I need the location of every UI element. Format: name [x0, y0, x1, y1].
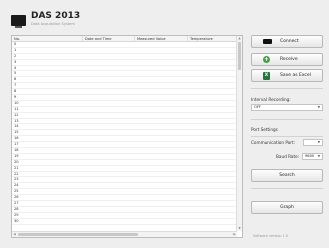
row-number-cell: 0: [14, 42, 17, 46]
row-number-cell: 2: [14, 53, 17, 58]
row-number-cell: 29: [14, 212, 19, 217]
scroll-right-icon[interactable]: ▶: [232, 232, 237, 237]
row-number-cell: 22: [14, 171, 19, 176]
search-button-label: Search: [279, 173, 295, 178]
scroll-left-icon[interactable]: ◀: [12, 232, 17, 237]
row-number-cell: 14: [14, 124, 19, 129]
row-number-cell: 20: [14, 159, 19, 164]
row-number-cell: 3: [14, 59, 17, 64]
row-number-cell: 26: [14, 195, 19, 200]
row-number-cell: 23: [14, 177, 19, 182]
row-number-cell: 11: [14, 106, 19, 111]
monitor-icon: [11, 15, 26, 28]
row-number-cell: 10: [14, 100, 19, 105]
row-number-cell: 7: [14, 83, 17, 88]
scroll-down-icon[interactable]: ▼: [237, 226, 242, 231]
version-label: Software version 1.0: [253, 234, 288, 238]
row-number-cell: 12: [14, 112, 19, 117]
search-button[interactable]: Search: [251, 169, 323, 182]
row-number-cell: 15: [14, 130, 19, 135]
interval-recording-select[interactable]: OFF ▼: [251, 104, 323, 111]
row-number-cell: 30: [14, 218, 19, 223]
receive-button[interactable]: + Receive: [251, 53, 323, 66]
table-body: 0 1 2 3 4 5 6 7 8 9 10 11 12 13 14 15 16 17 18 19 20 21 22 23 24…: [12, 42, 237, 225]
connect-button-label: Connect: [280, 39, 299, 44]
graph-button-label: Graph: [280, 205, 294, 210]
horizontal-scrollbar[interactable]: ◀ ▶: [12, 231, 237, 237]
row-number-cell: 4: [14, 65, 17, 70]
row-number-cell: 19: [14, 153, 19, 158]
row-number-cell: 27: [14, 201, 19, 206]
row-number-cell: 28: [14, 206, 19, 211]
app-subtitle: Data Acquisition System: [31, 22, 75, 26]
baud-rate-select[interactable]: 9600 ▼: [302, 153, 323, 160]
communication-port-select[interactable]: ▼: [303, 139, 323, 146]
communication-port-label: Communication Port:: [251, 140, 296, 145]
row-number-cell: 13: [14, 118, 19, 123]
row-number-cell: 24: [14, 183, 19, 188]
port-settings-label: Port Settings: [251, 127, 278, 132]
row-number-cell: 16: [14, 136, 19, 141]
data-table[interactable]: No. Date and Time Measured Value Tempera…: [11, 35, 243, 238]
excel-icon: X: [263, 72, 270, 80]
baud-rate-label: Baud Rate:: [276, 154, 300, 159]
divider: [251, 136, 323, 137]
chevron-down-icon: ▼: [317, 140, 320, 144]
connector-icon: [263, 39, 272, 44]
row-number-cell: 21: [14, 165, 19, 170]
table-row[interactable]: 30: [12, 219, 237, 225]
divider: [251, 119, 323, 120]
receive-button-label: Receive: [280, 57, 298, 62]
divider: [251, 188, 323, 189]
plus-circle-icon: +: [263, 56, 270, 63]
row-number-cell: 6: [14, 77, 17, 82]
interval-recording-label: Interval Recording:: [251, 97, 291, 102]
row-number-cell: 25: [14, 189, 19, 194]
save-excel-button[interactable]: X Save as Excel: [251, 69, 323, 82]
app-title: DAS 2013: [31, 11, 81, 21]
connect-button[interactable]: Connect: [251, 35, 323, 48]
interval-recording-value: OFF: [254, 105, 261, 109]
vertical-scrollbar[interactable]: ▲ ▼: [236, 36, 242, 231]
graph-button[interactable]: Graph: [251, 201, 323, 214]
chevron-down-icon: ▼: [317, 154, 320, 158]
row-number-cell: 17: [14, 142, 19, 147]
row-number-cell: 18: [14, 148, 19, 153]
row-number-cell: 8: [14, 89, 17, 94]
save-excel-button-label: Save as Excel: [280, 73, 311, 78]
divider: [251, 88, 323, 89]
horizontal-scroll-thumb[interactable]: [18, 233, 138, 236]
chevron-down-icon: ▼: [317, 105, 320, 109]
scroll-up-icon[interactable]: ▲: [237, 36, 242, 41]
baud-rate-value: 9600: [305, 154, 315, 158]
row-number-cell: 9: [14, 95, 17, 100]
row-number-cell: 1: [14, 47, 17, 52]
row-number-cell: 5: [14, 71, 17, 76]
vertical-scroll-thumb[interactable]: [238, 42, 241, 70]
